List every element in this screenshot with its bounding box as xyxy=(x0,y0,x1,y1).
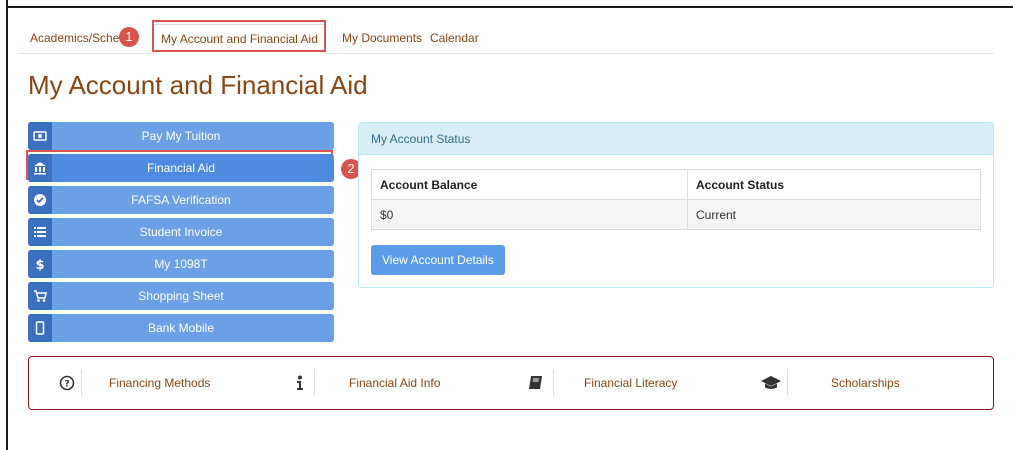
window-frame-top xyxy=(6,6,1013,8)
fafsa-verification-label: FAFSA Verification xyxy=(131,193,231,207)
financial-aid-label: Financial Aid xyxy=(146,161,216,175)
financial-aid-info-link[interactable]: Financial Aid Info xyxy=(349,357,440,409)
divider xyxy=(787,370,788,396)
balance-value: $0 xyxy=(371,199,688,230)
divider xyxy=(553,370,554,396)
view-account-details-button[interactable]: View Account Details xyxy=(371,245,505,275)
svg-text:?: ? xyxy=(64,380,69,390)
financing-methods-link[interactable]: Financing Methods xyxy=(109,357,210,409)
callout-badge-1: 1 xyxy=(119,27,139,47)
pay-tuition-button[interactable]: Pay My Tuition xyxy=(28,122,334,150)
bank-mobile-label: Bank Mobile xyxy=(147,321,215,335)
header-account-balance: Account Balance xyxy=(371,169,688,200)
question-circle-icon: ? xyxy=(57,371,77,395)
tab-my-account[interactable]: My Account and Financial Aid xyxy=(153,24,326,54)
shopping-sheet-button[interactable]: Shopping Sheet xyxy=(28,282,334,310)
my-1098t-label: My 1098T xyxy=(154,257,208,271)
pay-tuition-label: Pay My Tuition xyxy=(141,129,221,143)
tab-calendar[interactable]: Calendar xyxy=(430,24,479,53)
financial-aid-button[interactable]: Financial Aid xyxy=(28,154,334,182)
bank-mobile-button[interactable]: Bank Mobile xyxy=(28,314,334,342)
window-frame-left xyxy=(6,0,8,450)
page-title: My Account and Financial Aid xyxy=(28,70,368,100)
status-value: Current xyxy=(687,199,981,230)
dollar-icon: $ xyxy=(28,250,52,278)
table-row: $0 Current xyxy=(371,199,981,230)
divider xyxy=(314,370,315,396)
check-circle-icon xyxy=(28,186,52,214)
scholarships-link[interactable]: Scholarships xyxy=(831,357,900,409)
header-account-status: Account Status xyxy=(687,169,981,200)
student-invoice-label: Student Invoice xyxy=(139,225,223,239)
account-status-panel: My Account Status Account Balance Accoun… xyxy=(358,122,994,288)
graduation-cap-icon xyxy=(759,371,783,395)
list-icon xyxy=(28,218,52,246)
mobile-icon xyxy=(28,314,52,342)
svg-text:$: $ xyxy=(35,258,44,271)
panel-title: My Account Status xyxy=(359,123,993,155)
student-invoice-button[interactable]: Student Invoice xyxy=(28,218,334,246)
divider xyxy=(81,370,82,396)
resource-links-bar: ? Financing Methods Financial Aid Info F… xyxy=(28,356,994,410)
bank-icon xyxy=(28,154,52,182)
tab-my-documents[interactable]: My Documents xyxy=(342,24,422,53)
my-1098t-button[interactable]: $ My 1098T xyxy=(28,250,334,278)
top-nav: Academics/Schedule My Account and Financ… xyxy=(18,24,994,54)
fafsa-verification-button[interactable]: FAFSA Verification xyxy=(28,186,334,214)
financial-literacy-link[interactable]: Financial Literacy xyxy=(584,357,677,409)
info-icon xyxy=(293,371,307,395)
account-table: Account Balance Account Status $0 Curren… xyxy=(371,169,981,230)
account-menu: Pay My Tuition Financial Aid FAFSA Verif… xyxy=(28,122,334,346)
book-icon xyxy=(527,371,545,395)
money-icon xyxy=(28,122,52,150)
cart-icon xyxy=(28,282,52,310)
shopping-sheet-label: Shopping Sheet xyxy=(138,289,224,303)
tab-academics[interactable]: Academics/Schedule xyxy=(30,24,127,53)
